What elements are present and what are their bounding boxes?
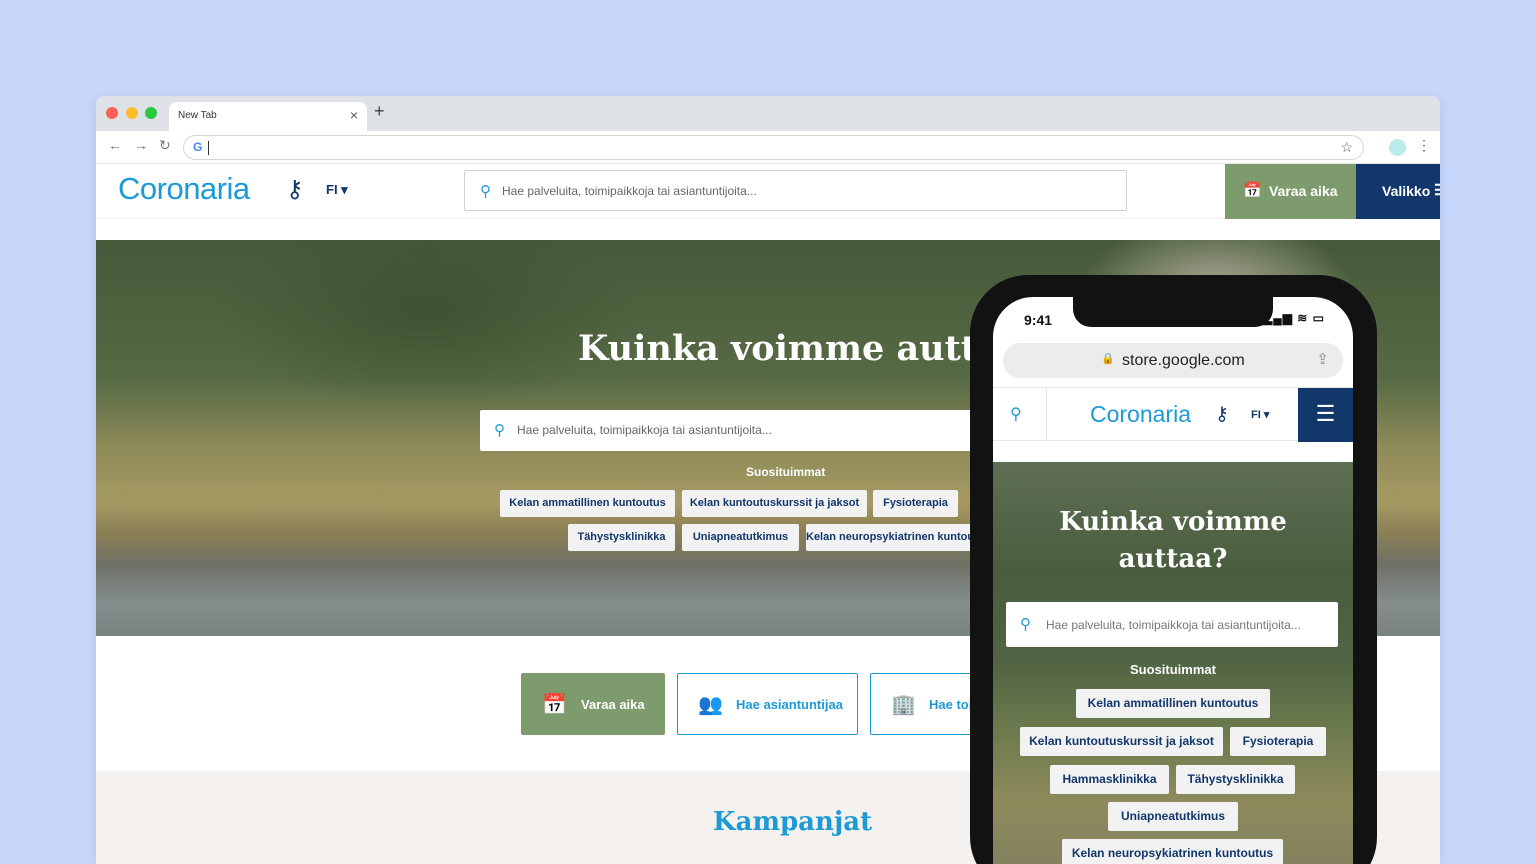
popular-chip[interactable]: Kelan neuropsykiatrinen kuntoutus <box>806 524 976 551</box>
menu-button[interactable]: Valikko ☰ <box>1356 164 1440 219</box>
hero-title-line: auttaa? <box>1118 544 1228 574</box>
new-tab-icon[interactable]: + <box>374 101 385 122</box>
find-expert-action[interactable]: 👥 Hae asiantuntijaa <box>677 673 858 735</box>
hero-search-input[interactable]: ⚲ Hae palveluita, toimipaikkoja tai asia… <box>480 410 980 451</box>
maximize-window-button[interactable] <box>145 107 157 119</box>
share-icon[interactable]: ⇪ <box>1316 350 1329 368</box>
text-cursor <box>208 141 209 155</box>
popular-chip[interactable]: Tähystysklinikka <box>568 524 675 551</box>
building-icon: 🏢 <box>891 694 916 716</box>
bookmark-star-icon[interactable]: ☆ <box>1340 139 1353 156</box>
reload-icon[interactable]: ↻ <box>159 137 171 154</box>
lock-icon: 🔒 <box>1101 353 1115 365</box>
hamburger-icon[interactable]: ☰ <box>1298 388 1353 442</box>
search-icon: ⚲ <box>1020 616 1031 633</box>
people-icon: 👥 <box>698 694 723 716</box>
key-flag-icon: ⚷ <box>286 176 304 203</box>
coronaria-logo[interactable]: Coronaria <box>118 171 250 207</box>
header-search-input[interactable]: ⚲ Hae palveluita, toimipaikkoja tai asia… <box>464 170 1127 211</box>
hero-title-line: Kuinka voimme <box>1059 507 1287 537</box>
close-window-button[interactable] <box>106 107 118 119</box>
back-icon[interactable]: ← <box>108 137 122 153</box>
popular-chip[interactable]: Uniapneatutkimus <box>682 524 799 551</box>
search-placeholder: Hae palveluita, toimipaikkoja tai asiant… <box>502 184 757 198</box>
minimize-window-button[interactable] <box>126 107 138 119</box>
key-flag-icon: ⚷ <box>1215 404 1229 425</box>
forward-icon[interactable]: → <box>134 137 148 153</box>
popular-chip[interactable]: Tähystysklinikka <box>1176 765 1295 794</box>
address-bar: ← → ↻ G ☆ ⋮ <box>96 131 1440 164</box>
popular-chip[interactable]: Kelan kuntoutuskurssit ja jaksot <box>682 490 867 517</box>
mobile-url-text: store.google.com <box>1122 352 1245 369</box>
status-icons: ▂▄▆ ≋ ▭ <box>1262 311 1325 325</box>
find-expert-label: Hae asiantuntijaa <box>736 697 843 712</box>
mobile-url-bar[interactable]: 🔒 store.google.com ⇪ <box>1003 343 1343 378</box>
omnibox-input[interactable]: G ☆ <box>183 135 1364 160</box>
search-icon[interactable]: ⚲ <box>1010 404 1022 424</box>
mobile-search-input[interactable]: ⚲ Hae palveluita, toimipaikkoja tai asia… <box>1006 602 1338 647</box>
status-time: 9:41 <box>1024 312 1053 328</box>
book-appointment-action[interactable]: 📅 Varaa aika <box>521 673 665 735</box>
language-selector[interactable]: FI ▾ <box>1251 408 1269 421</box>
language-selector[interactable]: FI ▾ <box>326 182 348 198</box>
phone-notch <box>1073 297 1273 327</box>
popular-chip[interactable]: Fysioterapia <box>873 490 958 517</box>
popular-chip[interactable]: Hammasklinikka <box>1050 765 1169 794</box>
calendar-icon: 📅 <box>542 694 567 716</box>
popular-chip[interactable]: Kelan neuropsykiatrinen kuntoutus <box>1062 839 1283 864</box>
search-icon: ⚲ <box>480 183 491 200</box>
popular-chip[interactable]: Kelan kuntoutuskurssit ja jaksot <box>1020 727 1223 756</box>
hamburger-icon: ☰ <box>1434 181 1440 199</box>
popular-chip[interactable]: Uniapneatutkimus <box>1108 802 1238 831</box>
popular-chip[interactable]: Kelan ammatillinen kuntoutus <box>1076 689 1270 718</box>
book-action-label: Varaa aika <box>581 697 645 712</box>
mobile-phone-frame: 9:41 ▂▄▆ ≋ ▭ 🔒 store.google.com ⇪ ⚲ Coro… <box>970 275 1377 864</box>
search-icon: ⚲ <box>494 422 505 439</box>
menu-label: Valikko <box>1382 183 1431 199</box>
book-appointment-button[interactable]: 📅 Varaa aika <box>1225 164 1356 219</box>
coronaria-logo[interactable]: Coronaria <box>1090 401 1191 428</box>
profile-avatar[interactable] <box>1389 139 1406 156</box>
header-divider <box>1046 388 1047 442</box>
tab-title: New Tab <box>178 110 217 121</box>
phone-screen: 9:41 ▂▄▆ ≋ ▭ 🔒 store.google.com ⇪ ⚲ Coro… <box>993 297 1353 864</box>
popular-chip[interactable]: Fysioterapia <box>1230 727 1326 756</box>
tab-bar: New Tab × + <box>96 96 1440 131</box>
google-icon: G <box>193 140 203 154</box>
popular-chip[interactable]: Kelan ammatillinen kuntoutus <box>500 490 675 517</box>
campaigns-title: Kampanjat <box>713 807 873 837</box>
book-appointment-label: Varaa aika <box>1269 183 1338 199</box>
tab-close-icon[interactable]: × <box>350 107 358 123</box>
search-placeholder: Hae palveluita, toimipaikkoja tai asiant… <box>1046 618 1301 632</box>
mobile-hero-title: Kuinka voimme auttaa? <box>993 504 1353 578</box>
popular-label: Suosituimmat <box>746 465 826 479</box>
site-header: Coronaria ⚷ FI ▾ ⚲ Hae palveluita, toimi… <box>96 164 1440 219</box>
calendar-icon: 📅 <box>1243 182 1262 199</box>
browser-tab[interactable]: New Tab × <box>169 102 367 131</box>
mobile-hero-section: Kuinka voimme auttaa? ⚲ Hae palveluita, … <box>993 462 1353 864</box>
browser-menu-icon[interactable]: ⋮ <box>1417 137 1431 154</box>
mobile-site-header: ⚲ Coronaria ⚷ FI ▾ ☰ <box>993 387 1353 442</box>
search-placeholder: Hae palveluita, toimipaikkoja tai asiant… <box>517 423 772 437</box>
popular-label: Suosituimmat <box>1130 662 1216 677</box>
